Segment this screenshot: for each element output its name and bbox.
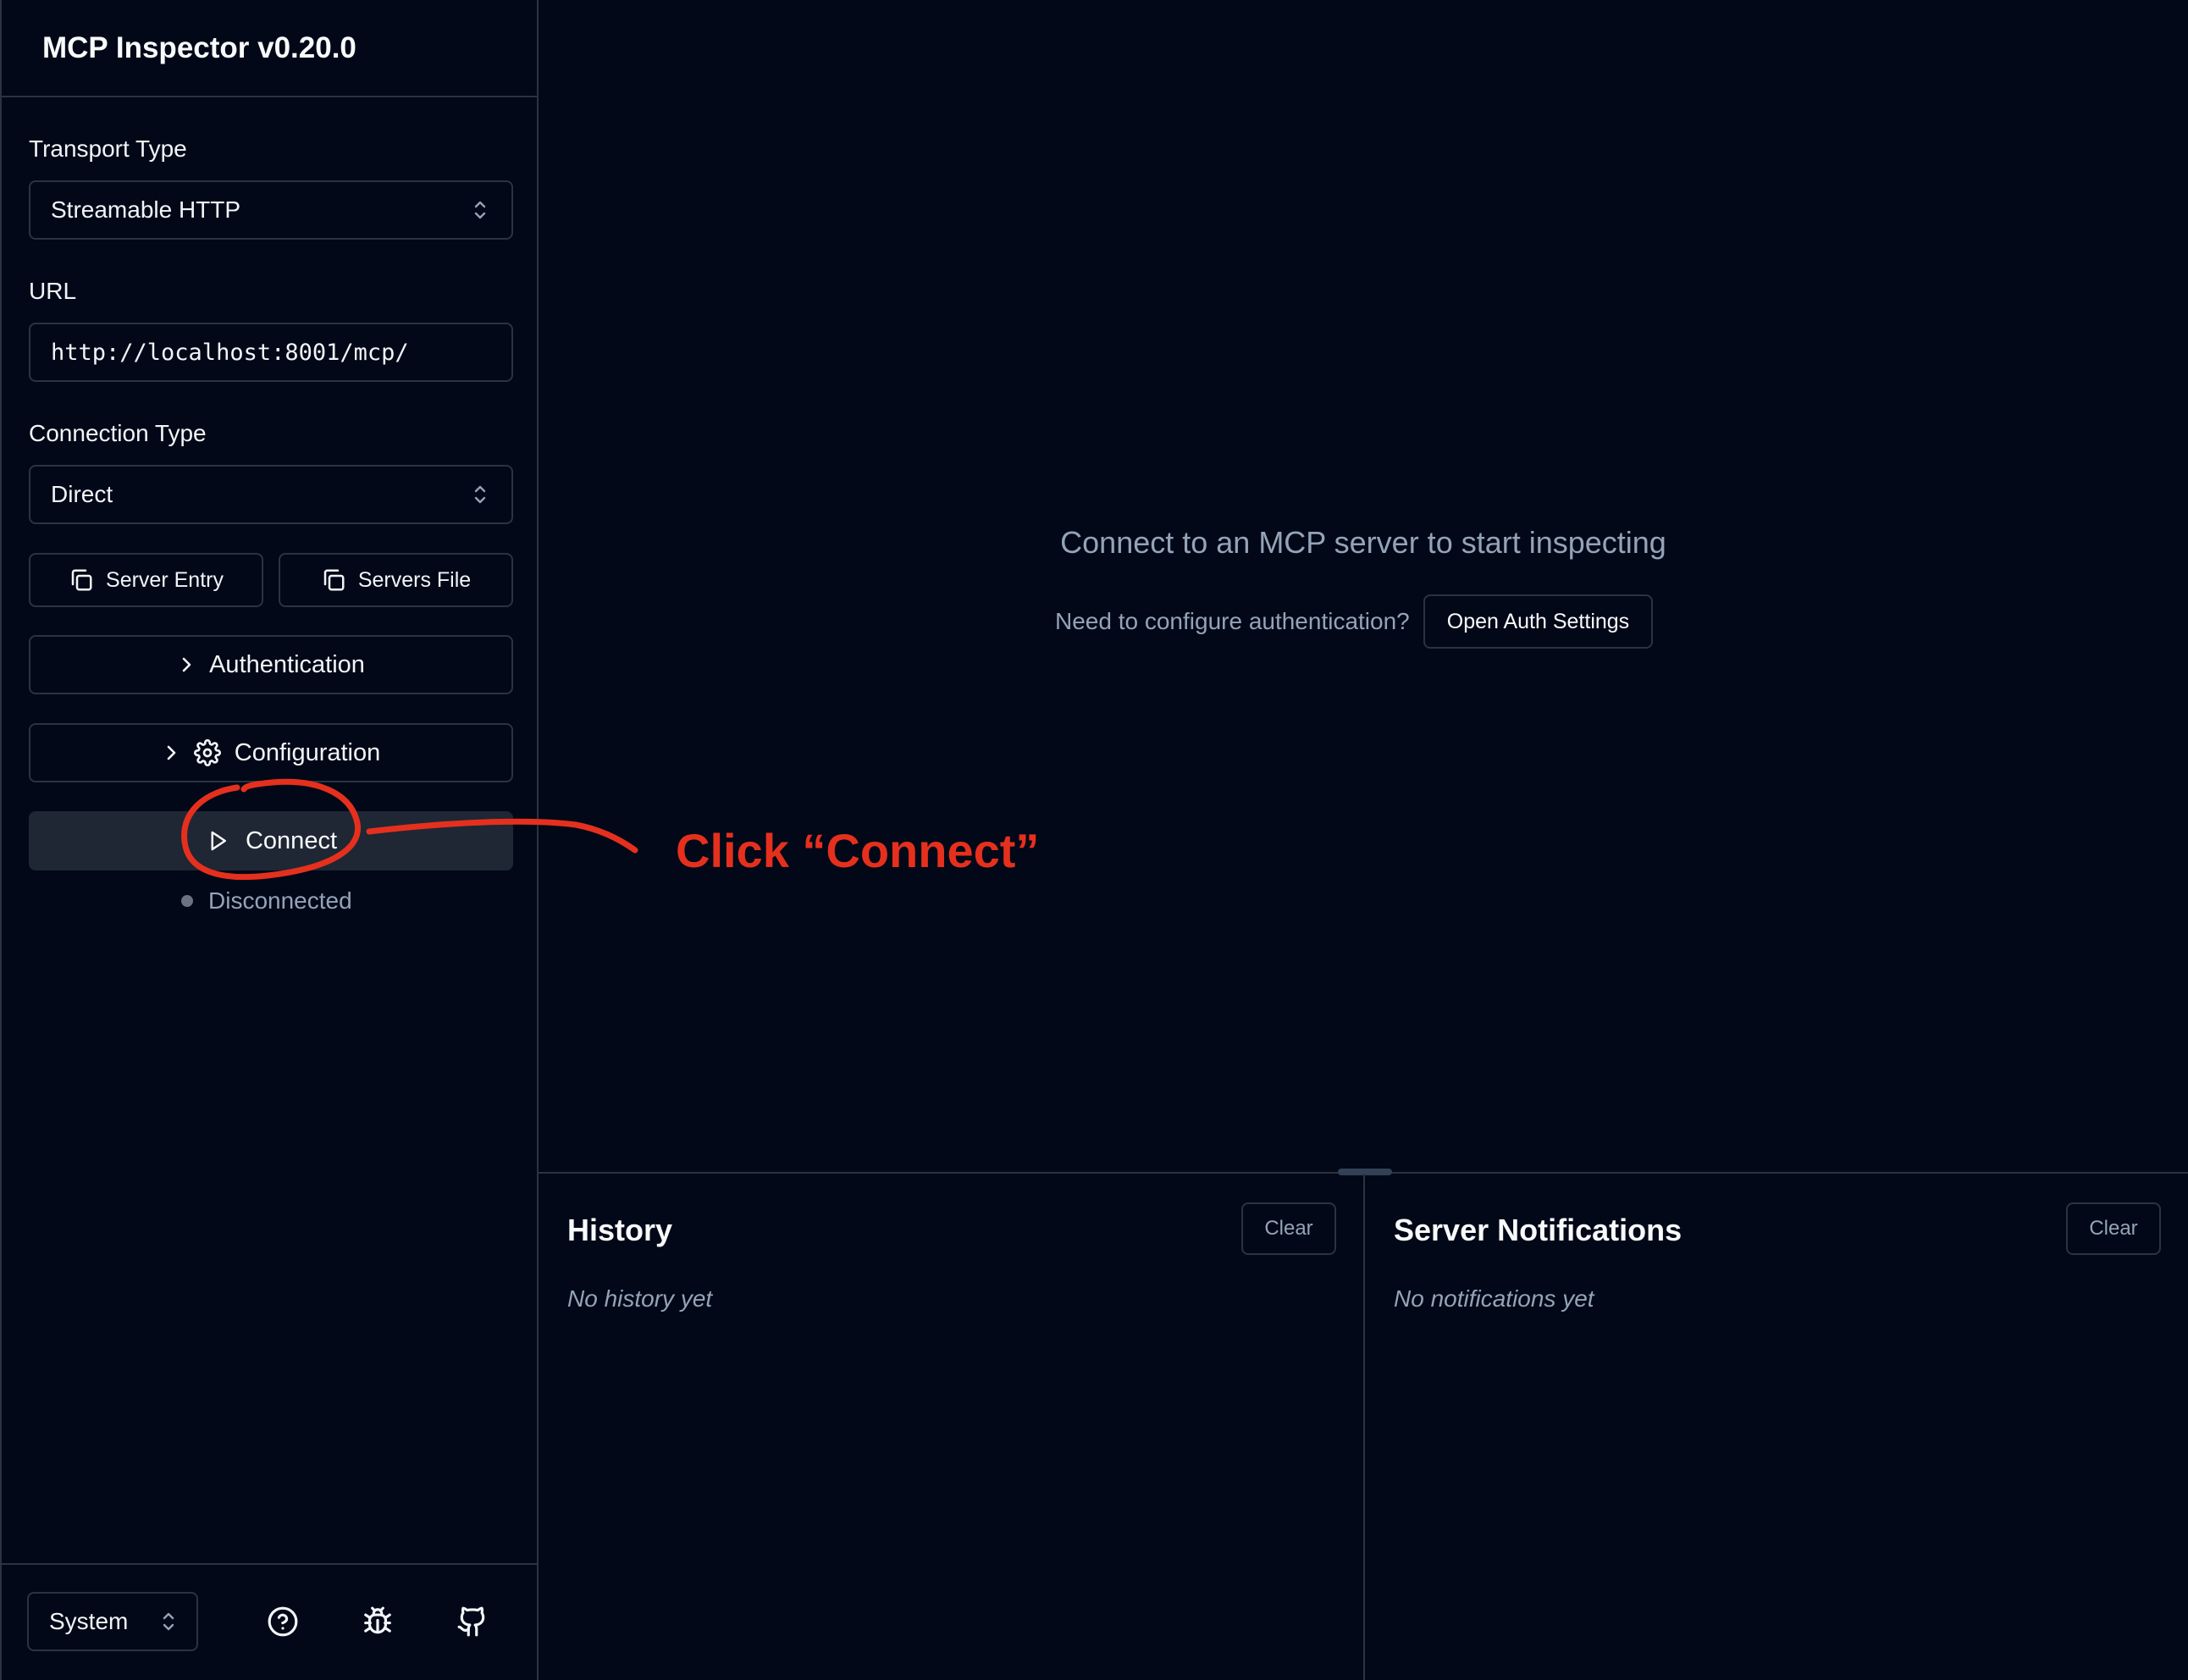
sidebar: MCP Inspector v0.20.0 Transport Type Str… <box>0 0 539 1680</box>
history-panel: History Clear No history yet <box>539 1174 1365 1680</box>
status-text: Disconnected <box>208 887 352 914</box>
url-label: URL <box>29 278 77 304</box>
chevron-up-down-icon <box>472 198 488 222</box>
notifications-panel: Server Notifications Clear No notificati… <box>1365 1174 2188 1680</box>
transport-type-value: Streamable HTTP <box>51 196 241 223</box>
copy-icon <box>69 567 94 593</box>
connection-type-select[interactable]: Direct <box>29 465 513 524</box>
connection-type-label: Connection Type <box>29 420 207 446</box>
bottom-panels: History Clear No history yet Server Noti… <box>539 1169 2188 1680</box>
servers-file-button[interactable]: Servers File <box>279 553 513 607</box>
authentication-label: Authentication <box>209 650 365 678</box>
open-auth-settings-button[interactable]: Open Auth Settings <box>1423 594 1654 649</box>
url-input[interactable]: http://localhost:8001/mcp/ <box>29 323 513 382</box>
connect-label: Connect <box>245 826 337 854</box>
theme-value: System <box>49 1608 129 1634</box>
help-icon[interactable] <box>267 1605 299 1638</box>
configuration-toggle[interactable]: Configuration <box>29 723 513 782</box>
annotation-text: Click “Connect” <box>676 824 1040 877</box>
transport-type-label: Transport Type <box>29 135 187 162</box>
server-entry-button[interactable]: Server Entry <box>29 553 263 607</box>
history-clear-button[interactable]: Clear <box>1241 1202 1336 1255</box>
connect-button[interactable]: Connect <box>29 811 513 870</box>
theme-select[interactable]: System <box>27 1592 198 1651</box>
history-title: History <box>567 1213 673 1247</box>
connection-status: Disconnected <box>181 887 352 915</box>
transport-type-select[interactable]: Streamable HTTP <box>29 180 513 240</box>
notifications-empty-text: No notifications yet <box>1394 1285 1594 1312</box>
auth-prompt-row: Need to configure authentication? Open A… <box>1055 594 1654 649</box>
server-entry-label: Server Entry <box>106 567 224 592</box>
chevron-right-icon <box>177 654 196 676</box>
app-title: MCP Inspector v0.20.0 <box>42 30 356 64</box>
history-empty-text: No history yet <box>567 1285 713 1312</box>
status-dot-icon <box>181 895 193 907</box>
chevron-up-down-icon <box>472 483 488 506</box>
sidebar-footer: System <box>2 1563 537 1680</box>
servers-file-label: Servers File <box>357 567 472 592</box>
notifications-title: Server Notifications <box>1394 1213 1682 1247</box>
github-icon[interactable] <box>456 1605 489 1638</box>
auth-prompt-text: Need to configure authentication? <box>1055 608 1410 634</box>
connection-type-value: Direct <box>51 481 113 507</box>
chevron-right-icon <box>162 742 180 764</box>
authentication-toggle[interactable]: Authentication <box>29 635 513 694</box>
chevron-up-down-icon <box>161 1610 176 1633</box>
notifications-clear-button[interactable]: Clear <box>2066 1202 2161 1255</box>
bug-icon[interactable] <box>362 1605 394 1638</box>
gear-icon <box>193 739 221 766</box>
configuration-label: Configuration <box>234 738 381 766</box>
play-icon <box>205 828 230 854</box>
copy-icon <box>321 567 346 593</box>
sidebar-header: MCP Inspector v0.20.0 <box>2 0 537 97</box>
empty-state-title: Connect to an MCP server to start inspec… <box>1060 525 1666 560</box>
